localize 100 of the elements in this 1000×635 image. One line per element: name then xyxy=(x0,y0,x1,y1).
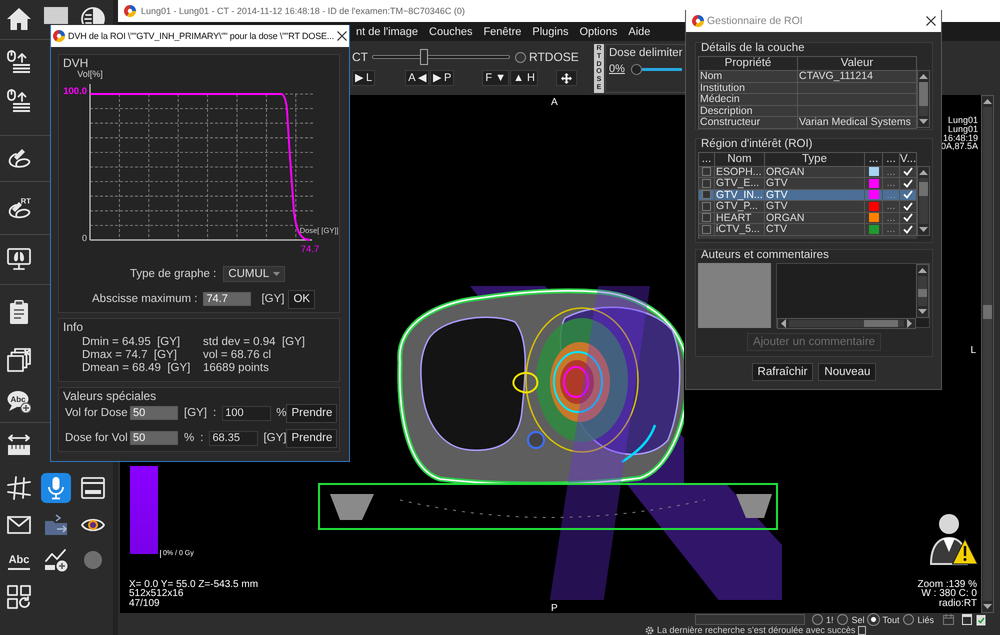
scroll-down-arrow-icon[interactable] xyxy=(919,118,928,125)
patient-info-text: Lung01 Lung01 16:48:19 0A,87.5A xyxy=(940,116,978,152)
contrast-icon[interactable] xyxy=(80,7,104,24)
blend-slider[interactable] xyxy=(372,49,510,65)
lasso-icon[interactable] xyxy=(6,146,30,170)
orientation-button[interactable]: F ▼ xyxy=(482,70,510,86)
checkbox[interactable] xyxy=(702,190,711,200)
horizontal-scrollbar[interactable] xyxy=(777,318,916,328)
close-icon[interactable] xyxy=(336,31,347,41)
checkbox[interactable] xyxy=(702,224,711,234)
microphone-icon[interactable] xyxy=(40,472,70,502)
scroll-up-arrow-icon[interactable] xyxy=(919,168,928,176)
filter-radio[interactable]: Sel xyxy=(837,614,864,625)
menu-item[interactable]: Aide xyxy=(623,26,656,38)
action-button[interactable]: Rafraîchir xyxy=(752,362,814,380)
result-field[interactable]: 100 xyxy=(222,406,272,420)
take-button[interactable]: Prendre xyxy=(286,404,338,422)
crossed-lines-icon[interactable] xyxy=(6,476,30,500)
table-row[interactable]: GTV_IN... GTV ... xyxy=(699,190,917,201)
scrollbar-thumb[interactable] xyxy=(919,182,928,196)
info-text: 16689 points xyxy=(203,362,270,375)
input-field[interactable]: 50 xyxy=(130,406,178,420)
slider-thumb[interactable] xyxy=(420,49,428,65)
visibility-check-icon[interactable] xyxy=(903,190,913,200)
comment-text-area[interactable] xyxy=(776,262,930,328)
menu-item[interactable]: Couches xyxy=(424,26,478,38)
orientation-button[interactable]: ▶ P xyxy=(430,70,454,86)
input-field[interactable]: 74.7 xyxy=(203,292,252,306)
ruler-icon[interactable] xyxy=(6,434,30,458)
checkbox[interactable] xyxy=(702,202,711,211)
pan-button[interactable] xyxy=(556,70,577,86)
visibility-check-icon[interactable] xyxy=(903,224,913,234)
visibility-check-icon[interactable] xyxy=(903,178,913,188)
dot-icon[interactable] xyxy=(84,551,102,569)
ok-button[interactable]: OK xyxy=(288,290,316,308)
search-field[interactable] xyxy=(694,614,805,625)
grid-refresh-icon[interactable] xyxy=(6,585,30,609)
scrollbar-thumb[interactable] xyxy=(983,304,992,320)
scrollbar-thumb[interactable] xyxy=(918,289,927,296)
stack-close-icon[interactable] xyxy=(6,348,30,372)
check-document-icon[interactable] xyxy=(976,614,986,626)
checkbox[interactable] xyxy=(702,178,711,188)
unit-label: [GY] xyxy=(261,293,284,305)
vertical-scrollbar[interactable] xyxy=(981,95,994,613)
table-row[interactable]: ESOPH... ORGAN ... xyxy=(699,166,917,178)
window-icon[interactable] xyxy=(80,476,104,500)
action-button[interactable]: Nouveau xyxy=(818,362,876,380)
orientation-button[interactable]: ▲ H xyxy=(510,70,538,86)
home-icon[interactable] xyxy=(6,7,30,31)
graph-type-dropdown[interactable]: CUMUL xyxy=(223,266,286,282)
filter-radio[interactable]: Liés xyxy=(903,614,934,625)
menu-item[interactable]: Plugins xyxy=(527,26,574,38)
layers-upload-icon[interactable] xyxy=(6,50,30,74)
scroll-left-arrow-icon[interactable] xyxy=(780,318,787,328)
result-field[interactable]: 68.35 xyxy=(209,430,258,446)
folder-transfer-icon[interactable] xyxy=(44,512,68,536)
visibility-check-icon[interactable] xyxy=(903,167,913,176)
window-title: Lung01 - Lung01 - CT - 2014-11-12 16:48:18 - ID de l'examen:TM~8C70346C (0) xyxy=(141,6,465,16)
vertical-scrollbar[interactable] xyxy=(917,166,930,236)
menu-item[interactable]: Options xyxy=(574,26,622,38)
table-row[interactable]: HEART ORGAN ... xyxy=(699,212,917,224)
table-row[interactable]: GTV_E... GTV ... xyxy=(699,178,917,190)
table-row[interactable]: GTV_P... GTV ... xyxy=(699,201,917,212)
orientation-button[interactable]: A ◀ xyxy=(405,70,429,86)
scroll-down-arrow-icon[interactable] xyxy=(918,308,927,314)
scroll-up-arrow-icon[interactable] xyxy=(983,98,992,105)
lungs-monitor-icon[interactable] xyxy=(6,247,30,271)
scroll-up-arrow-icon[interactable] xyxy=(918,266,927,274)
menu-item[interactable]: Fenêtre xyxy=(478,26,526,38)
visibility-check-icon[interactable] xyxy=(903,202,913,211)
calendar-icon[interactable] xyxy=(943,614,954,625)
visibility-check-icon[interactable] xyxy=(903,213,913,222)
vertical-scrollbar[interactable] xyxy=(916,264,929,318)
add-chart-icon[interactable] xyxy=(44,548,68,572)
input-field[interactable]: 50 xyxy=(130,431,178,445)
slider-thumb[interactable] xyxy=(630,64,642,74)
field-label: Dose for Vol xyxy=(65,432,129,444)
menu-item[interactable]: nt de l'image xyxy=(351,26,424,38)
text-tool-button[interactable]: Abc xyxy=(6,548,30,572)
vertical-scrollbar[interactable] xyxy=(917,70,930,128)
info-text: Dmax = 74.7 [GY] xyxy=(82,349,178,362)
dose-delimiter-slider[interactable] xyxy=(630,64,682,74)
scrollbar-thumb[interactable] xyxy=(919,82,928,106)
rtdose-radio[interactable]: RTDOSE xyxy=(515,50,579,64)
filter-radio[interactable]: 1! xyxy=(812,614,834,625)
table-row[interactable]: iCTV_5... CTV ... xyxy=(699,224,917,236)
checkbox[interactable] xyxy=(702,213,711,222)
layers-upload-icon[interactable] xyxy=(6,89,30,113)
scroll-down-arrow-icon[interactable] xyxy=(983,603,992,610)
scroll-down-arrow-icon[interactable] xyxy=(919,226,928,232)
checkbox[interactable] xyxy=(702,167,711,176)
take-button[interactable]: Prendre xyxy=(286,428,338,448)
scrollbar-thumb[interactable] xyxy=(864,320,898,326)
close-icon[interactable] xyxy=(926,16,936,26)
table-cell: CTAVG_111214 xyxy=(798,71,917,82)
orientation-button[interactable]: ▶ L xyxy=(352,70,376,86)
scroll-right-arrow-icon[interactable] xyxy=(906,318,913,328)
window-icon[interactable] xyxy=(962,614,972,625)
filter-radio[interactable]: Tout xyxy=(868,614,900,625)
scroll-up-arrow-icon[interactable] xyxy=(919,73,928,80)
